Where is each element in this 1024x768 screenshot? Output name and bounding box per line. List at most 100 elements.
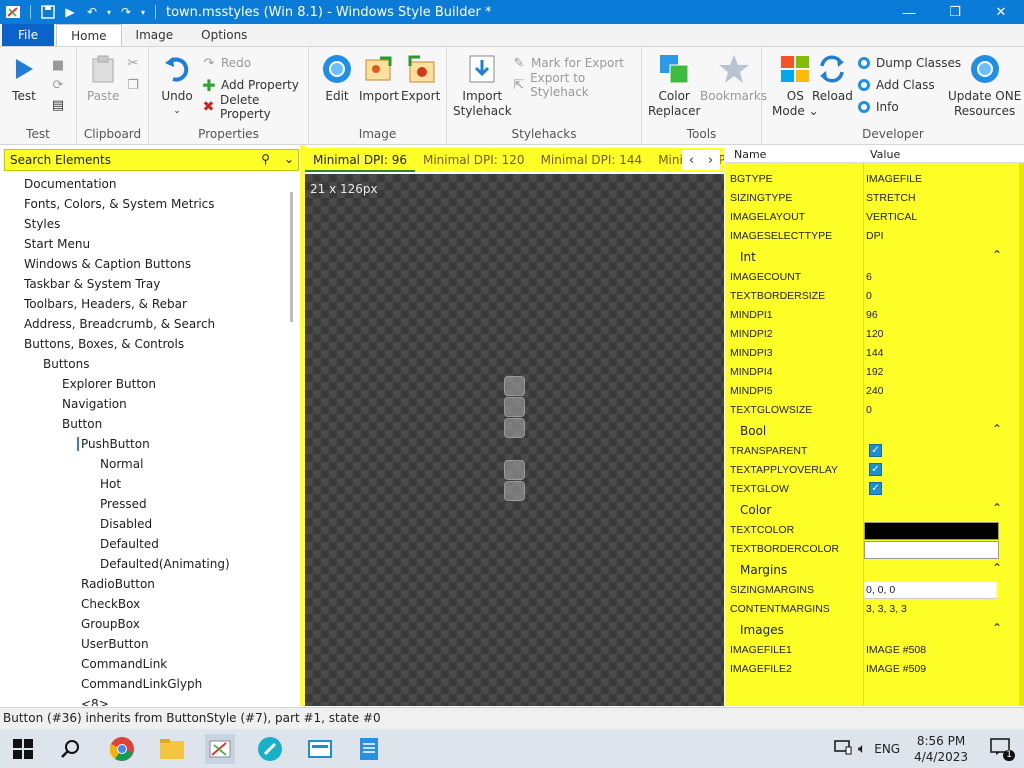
tree-item[interactable]: CheckBox (81, 594, 140, 614)
property-value[interactable]: 3, 3, 3, 3 (866, 603, 907, 615)
property-row[interactable]: TEXTCOLOR (725, 521, 1024, 540)
preview-button[interactable]: ▤ (50, 95, 66, 115)
network-icon[interactable] (834, 739, 852, 758)
stop-button[interactable]: ■ (50, 55, 66, 75)
delete-property-button[interactable]: ✖ Delete Property (201, 93, 308, 121)
property-value[interactable]: IMAGE #509 (866, 663, 926, 675)
chevron-left-icon[interactable]: ‹ (689, 153, 694, 168)
export-to-stylehack-button[interactable]: ⇱ Export to Stylehack (511, 71, 641, 99)
tree-item[interactable]: Fonts, Colors, & System Metrics (24, 194, 215, 214)
tree-item[interactable]: PushButton (81, 434, 150, 454)
property-value[interactable]: 0 (866, 290, 872, 302)
bookmarks-button[interactable]: Bookmarks (700, 53, 767, 104)
notepad-icon[interactable] (354, 734, 384, 764)
run-icon[interactable]: ▶ (61, 3, 79, 21)
image-preview[interactable]: 21 x 126px (305, 174, 724, 706)
copy-button[interactable]: ❐ (125, 75, 141, 95)
clock[interactable]: 8:56 PM 4/4/2023 (914, 733, 968, 765)
tree-item[interactable]: Defaulted (100, 534, 159, 554)
undo-icon[interactable]: ↶ (83, 3, 101, 21)
property-value[interactable]: 6 (866, 271, 872, 283)
property-row[interactable]: TEXTBORDERSIZE 0 (725, 287, 1024, 306)
property-row[interactable]: IMAGESELECTTYPE DPI (725, 227, 1024, 246)
search-elements-input[interactable]: Search Elements ⚲ ⌄ (4, 149, 299, 171)
tree-item[interactable]: Address, Breadcrumb, & Search (24, 314, 215, 334)
property-value[interactable]: 120 (866, 328, 884, 340)
undo-button[interactable]: Undo ⌄ (161, 53, 193, 119)
tree-item[interactable]: Buttons, Boxes, & Controls (24, 334, 184, 354)
property-row[interactable]: SIZINGTYPE STRETCH (725, 189, 1024, 208)
property-value[interactable]: 192 (866, 366, 884, 378)
tree-item[interactable]: CommandLinkGlyph (81, 674, 202, 694)
property-value[interactable]: 240 (866, 385, 884, 397)
tree-item[interactable]: Windows & Caption Buttons (24, 254, 191, 274)
dropdown-icon[interactable]: ▾ (105, 3, 113, 21)
redo-icon[interactable]: ↷ (117, 3, 135, 21)
app-icon[interactable] (4, 3, 22, 21)
file-explorer-icon[interactable] (157, 734, 187, 764)
tree-item[interactable]: Buttons (43, 354, 89, 374)
tab-dpi-96[interactable]: Minimal DPI: 96 (305, 148, 415, 172)
property-row[interactable]: SIZINGMARGINS 0, 0, 0 (725, 581, 1024, 600)
property-section[interactable]: Color ⌃ (725, 500, 1024, 520)
tree-item[interactable]: Explorer Button (62, 374, 156, 394)
property-row[interactable]: BGTYPE IMAGEFILE (725, 170, 1024, 189)
tree-item[interactable]: Pressed (100, 494, 147, 514)
tree-item[interactable]: Styles (24, 214, 60, 234)
tree-item[interactable]: CommandLink (81, 654, 167, 674)
close-button[interactable]: ✕ (978, 0, 1024, 24)
tree-item[interactable]: Documentation (24, 174, 117, 194)
property-row[interactable]: IMAGELAYOUT VERTICAL (725, 208, 1024, 227)
dump-classes-button[interactable]: Dump Classes (856, 53, 961, 73)
reload-button[interactable]: Reload (812, 53, 853, 104)
start-icon[interactable] (8, 734, 38, 764)
property-value[interactable]: VERTICAL (866, 211, 917, 223)
tree-item[interactable]: GroupBox (81, 614, 140, 634)
property-value[interactable]: 144 (866, 347, 884, 359)
property-row[interactable]: CONTENTMARGINS 3, 3, 3, 3 (725, 600, 1024, 619)
tree-item[interactable]: Hot (100, 474, 121, 494)
tree-item[interactable]: Navigation (62, 394, 127, 414)
save-icon[interactable] (39, 3, 57, 21)
checkbox[interactable]: ✓ (869, 444, 882, 457)
import-button[interactable]: Import (359, 53, 399, 104)
chevron-up-icon[interactable]: ⌃ (992, 621, 1002, 635)
export-button[interactable]: Export (401, 53, 440, 104)
style-builder-icon[interactable] (205, 734, 235, 764)
color-replacer-button[interactable]: Color Replacer (648, 53, 700, 119)
color-swatch[interactable] (864, 541, 999, 559)
add-class-button[interactable]: Add Class (856, 75, 935, 95)
value-column-header[interactable]: Value (870, 148, 900, 161)
language-indicator[interactable]: ENG (874, 742, 900, 756)
tab-options[interactable]: Options (187, 24, 261, 46)
redo-button[interactable]: ↷ Redo (201, 53, 252, 73)
chrome-icon[interactable] (107, 734, 137, 764)
property-value[interactable]: DPI (866, 230, 884, 242)
checkbox[interactable]: ✓ (869, 482, 882, 495)
info-button[interactable]: Info (856, 97, 899, 117)
tree-item[interactable]: Start Menu (24, 234, 90, 254)
volume-icon[interactable]: 🔈︎ (858, 741, 866, 757)
minimize-button[interactable]: — (886, 0, 932, 24)
property-row[interactable]: IMAGEFILE1 IMAGE #508 (725, 641, 1024, 660)
property-row[interactable]: IMAGECOUNT 6 (725, 268, 1024, 287)
chevron-up-icon[interactable]: ⌃ (992, 248, 1002, 262)
tree-item[interactable]: UserButton (81, 634, 149, 654)
notification-icon[interactable]: 1 (990, 738, 1015, 761)
tree-item[interactable]: Disabled (100, 514, 152, 534)
app-icon[interactable] (305, 734, 335, 764)
chevron-up-icon[interactable]: ⌃ (992, 561, 1002, 575)
tree-item[interactable]: RadioButton (81, 574, 155, 594)
property-value[interactable]: IMAGE #508 (866, 644, 926, 656)
add-property-button[interactable]: ✚ Add Property (201, 75, 299, 95)
property-row[interactable]: MINDPI5 240 (725, 382, 1024, 401)
property-row[interactable]: TEXTAPPLYOVERLAY ✓ (725, 461, 1024, 480)
property-row[interactable]: TEXTGLOWSIZE 0 (725, 401, 1024, 420)
import-stylehack-button[interactable]: Import Stylehack (453, 53, 512, 119)
property-row[interactable]: MINDPI1 96 (725, 306, 1024, 325)
tree-item[interactable]: Defaulted(Animating) (100, 554, 230, 574)
chevron-up-icon[interactable]: ⌃ (992, 422, 1002, 436)
property-section[interactable]: Bool ⌃ (725, 421, 1024, 441)
property-section[interactable]: Images ⌃ (725, 620, 1024, 640)
cut-button[interactable]: ✂ (125, 53, 141, 73)
